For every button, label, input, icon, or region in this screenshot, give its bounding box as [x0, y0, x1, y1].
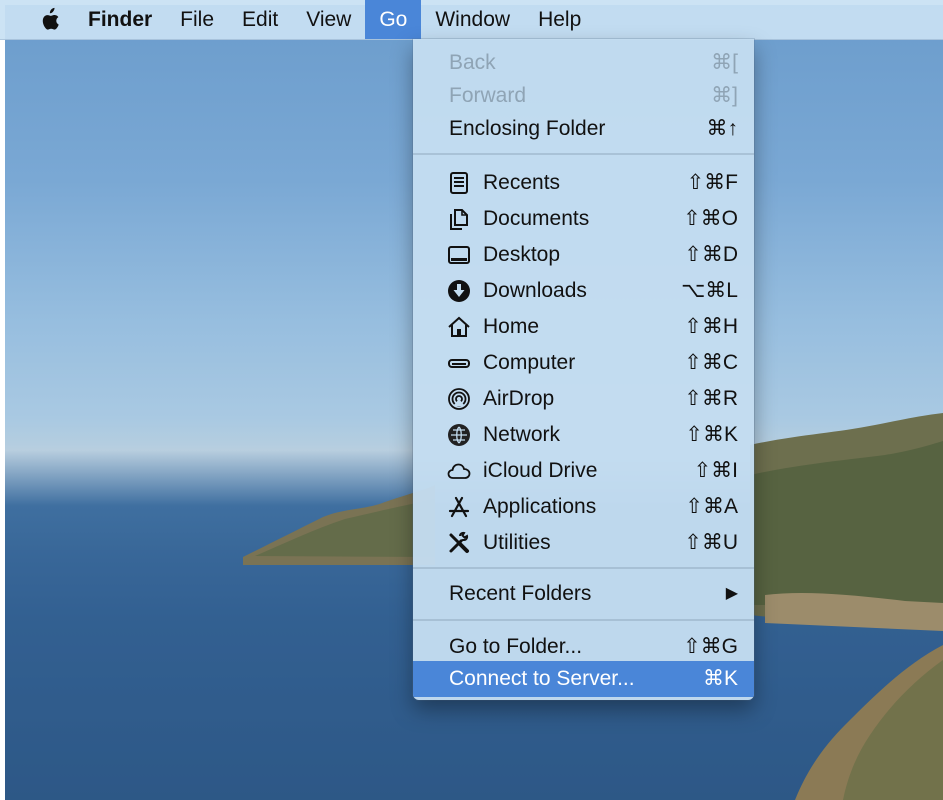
documents-icon: [450, 209, 468, 230]
go-menu-dropdown: Back ⌘[ Forward ⌘] Enclosing Folder ⌘↑ R…: [413, 39, 754, 700]
menu-separator: [413, 619, 754, 621]
menu-item-shortcut: ⌥⌘L: [681, 279, 738, 302]
menu-item-label: Forward: [449, 84, 527, 107]
menu-item-applications[interactable]: Applications ⇧⌘A: [413, 489, 754, 525]
submenu-arrow-icon: ▶: [725, 585, 738, 602]
menu-item-label: Computer: [483, 351, 576, 374]
menu-help[interactable]: Help: [524, 0, 595, 39]
menu-item-label: Back: [449, 51, 496, 74]
menu-item-label: Documents: [483, 207, 590, 230]
menu-item-shortcut: ⇧⌘D: [684, 243, 738, 266]
menu-item-recent-folders[interactable]: Recent Folders ▶: [413, 576, 754, 612]
home-icon: [448, 316, 470, 337]
menu-item-shortcut: ⌘[: [711, 51, 738, 74]
menu-item-label: AirDrop: [483, 387, 555, 410]
menu-item-label: Connect to Server...: [449, 667, 635, 690]
menu-separator: [413, 567, 754, 569]
menu-item-connect-to-server[interactable]: Connect to Server... ⌘K: [413, 661, 754, 697]
menu-item-shortcut: ⌘K: [702, 667, 738, 690]
menu-item-go-to-folder[interactable]: Go to Folder... ⇧⌘G: [413, 629, 754, 665]
menu-item-desktop[interactable]: Desktop ⇧⌘D: [413, 237, 754, 273]
computer-icon: [448, 359, 470, 368]
menu-item-utilities[interactable]: Utilities ⇧⌘U: [413, 525, 754, 561]
menu-finder[interactable]: Finder: [78, 0, 166, 39]
utilities-icon: [449, 531, 469, 553]
menu-item-label: Home: [483, 315, 540, 338]
menu-item-forward[interactable]: Forward ⌘]: [413, 78, 754, 114]
menu-item-label: Downloads: [483, 279, 587, 302]
menu-item-shortcut: ⇧⌘R: [684, 387, 738, 410]
menu-item-downloads[interactable]: Downloads ⌥⌘L: [413, 273, 754, 309]
downloads-icon: [448, 280, 470, 302]
menu-item-label: iCloud Drive: [483, 459, 598, 482]
menu-item-shortcut: ⇧⌘C: [684, 351, 738, 374]
menu-item-icloud-drive[interactable]: iCloud Drive ⇧⌘I: [413, 453, 754, 489]
menu-item-shortcut: ⌘]: [711, 84, 738, 107]
menu-item-recents[interactable]: Recents ⇧⌘F: [413, 165, 754, 201]
menu-item-label: Network: [483, 423, 561, 446]
airdrop-icon: [448, 388, 470, 410]
desktop-icon: [448, 246, 470, 264]
menu-item-computer[interactable]: Computer ⇧⌘C: [413, 345, 754, 381]
menu-item-shortcut: ⇧⌘I: [693, 459, 738, 482]
menu-item-documents[interactable]: Documents ⇧⌘O: [413, 201, 754, 237]
menu-item-back[interactable]: Back ⌘[: [413, 45, 754, 81]
menu-bar: Finder File Edit View Go Window Help: [0, 0, 943, 40]
apple-menu[interactable]: [0, 0, 78, 39]
menu-item-label: Recent Folders: [449, 582, 592, 605]
menu-window[interactable]: Window: [421, 0, 524, 39]
menu-item-shortcut: ⇧⌘O: [683, 207, 738, 230]
menu-item-enclosing-folder[interactable]: Enclosing Folder ⌘↑: [413, 111, 754, 147]
menu-item-label: Desktop: [483, 243, 561, 266]
menu-item-shortcut: ⌘↑: [706, 117, 739, 140]
menu-item-label: Go to Folder...: [449, 635, 583, 658]
menu-item-shortcut: ⇧⌘K: [685, 423, 738, 446]
menu-file[interactable]: File: [166, 0, 228, 39]
network-icon: [448, 424, 470, 446]
menu-edit[interactable]: Edit: [228, 0, 292, 39]
menu-item-label: Utilities: [483, 531, 551, 554]
icloud-icon: [447, 463, 471, 479]
menu-view[interactable]: View: [292, 0, 365, 39]
menu-item-label: Recents: [483, 171, 561, 194]
menu-item-shortcut: ⇧⌘F: [686, 171, 738, 194]
apple-logo-icon: [42, 7, 59, 30]
menu-item-home[interactable]: Home ⇧⌘H: [413, 309, 754, 345]
menu-item-network[interactable]: Network ⇧⌘K: [413, 417, 754, 453]
recents-icon: [450, 172, 468, 194]
menu-item-shortcut: ⇧⌘U: [684, 531, 738, 554]
menu-item-shortcut: ⇧⌘H: [684, 315, 738, 338]
menu-separator: [413, 153, 754, 155]
menu-item-label: Enclosing Folder: [449, 117, 606, 140]
menu-item-shortcut: ⇧⌘A: [685, 495, 738, 518]
menu-item-shortcut: ⇧⌘G: [683, 635, 738, 658]
menu-go[interactable]: Go: [365, 0, 422, 39]
menu-item-airdrop[interactable]: AirDrop ⇧⌘R: [413, 381, 754, 417]
menu-item-label: Applications: [483, 495, 597, 518]
applications-icon: [448, 496, 470, 518]
